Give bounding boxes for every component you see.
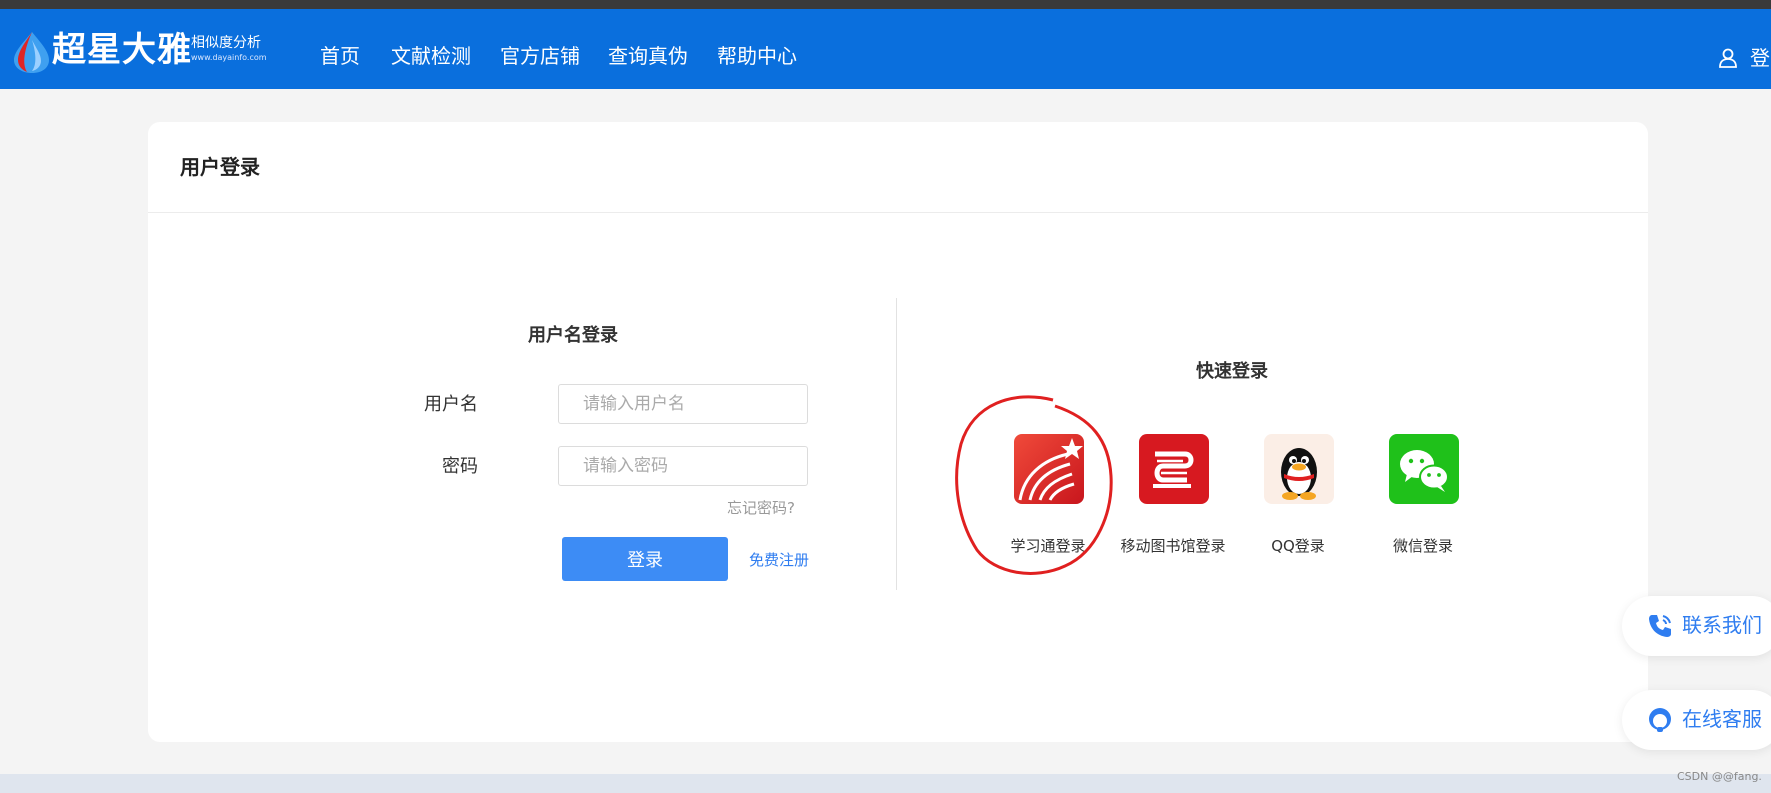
qq-penguin-icon xyxy=(1264,434,1334,504)
mobile-library-label: 移动图书馆登录 xyxy=(1120,537,1226,555)
wechat-label: 微信登录 xyxy=(1392,537,1453,555)
logo-subtitle: 相似度分析 xyxy=(191,35,261,51)
qq-label: QQ登录 xyxy=(1271,537,1325,555)
register-link[interactable]: 免费注册 xyxy=(749,550,809,570)
password-label: 密码 xyxy=(442,456,478,477)
nav-verify-authenticity[interactable]: 查询真伪 xyxy=(608,43,688,69)
browser-top-strip xyxy=(0,0,1771,9)
login-divider xyxy=(896,298,897,590)
logo-name: 超星大雅 xyxy=(52,30,192,70)
quick-login-wechat[interactable]: 微信登录 xyxy=(1363,434,1483,564)
quick-login-title: 快速登录 xyxy=(1196,361,1268,382)
phone-icon xyxy=(1649,615,1671,637)
login-button[interactable]: 登录 xyxy=(562,537,728,581)
quick-login-xuexitong[interactable]: 学习通登录 xyxy=(988,434,1108,564)
quick-login-qq[interactable]: QQ登录 xyxy=(1238,434,1358,564)
xuexitong-label: 学习通登录 xyxy=(1010,537,1086,555)
username-input[interactable] xyxy=(558,384,808,424)
account-login-title: 用户名登录 xyxy=(528,325,618,346)
logo-drop-icon xyxy=(14,32,49,73)
contact-us-button[interactable]: 联系我们 xyxy=(1622,596,1771,656)
user-icon xyxy=(1719,48,1737,68)
header-login-label: 登录 xyxy=(1750,46,1771,70)
site-logo[interactable]: 超星大雅 相似度分析 www.dayainfo.com xyxy=(10,28,270,76)
csdn-watermark: CSDN @@fang. xyxy=(1677,770,1762,783)
online-service-label: 在线客服 xyxy=(1682,707,1762,731)
top-navbar: 超星大雅 相似度分析 www.dayainfo.com 首页 文献检测 官方店铺… xyxy=(0,9,1771,89)
card-divider xyxy=(148,212,1648,213)
nav-official-store[interactable]: 官方店铺 xyxy=(500,43,580,69)
nav-home[interactable]: 首页 xyxy=(320,43,360,69)
quick-login-mobile-library[interactable]: 移动图书馆登录 xyxy=(1113,434,1233,564)
login-card: 用户登录 用户名登录 用户名 密码 忘记密码? 登录 免费注册 快速登录 xyxy=(148,122,1648,742)
logo-url: www.dayainfo.com xyxy=(191,53,267,62)
bottom-strip xyxy=(0,774,1771,793)
page-title: 用户登录 xyxy=(180,155,260,179)
nav-document-check[interactable]: 文献检测 xyxy=(391,43,471,69)
wechat-icon xyxy=(1389,434,1459,504)
password-input[interactable] xyxy=(558,446,808,486)
forgot-password-link[interactable]: 忘记密码? xyxy=(727,498,795,518)
online-service-button[interactable]: 在线客服 xyxy=(1622,690,1771,750)
username-label: 用户名 xyxy=(424,394,478,415)
mobile-library-icon xyxy=(1139,434,1209,504)
nav-help-center[interactable]: 帮助中心 xyxy=(717,43,797,69)
customer-service-icon xyxy=(1649,708,1671,732)
contact-us-label: 联系我们 xyxy=(1682,613,1762,637)
xuexitong-icon xyxy=(1014,434,1084,504)
